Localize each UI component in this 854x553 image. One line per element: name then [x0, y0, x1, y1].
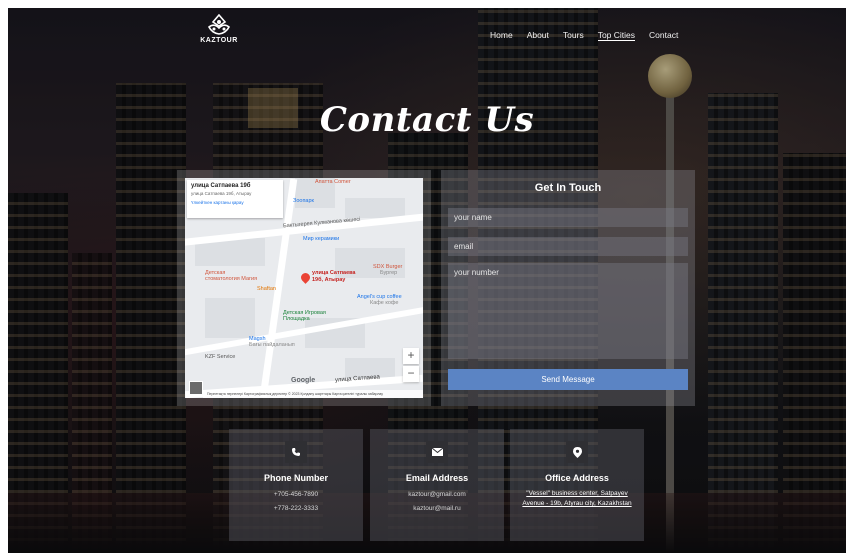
map-place-card[interactable]: улица Сатпаева 19б улица Сатпаева 19б, А…	[187, 180, 283, 218]
map-marker-icon	[566, 441, 588, 463]
nav-top-cities[interactable]: Top Cities	[597, 30, 636, 41]
email-input[interactable]	[448, 237, 688, 256]
page-title: Contact Us	[319, 100, 535, 140]
map-label: Бағы пайдаланып	[249, 342, 295, 348]
email-address-2[interactable]: kaztour@mail.ru	[370, 505, 504, 512]
envelope-icon	[426, 441, 448, 463]
zoom-out-button[interactable]: −	[403, 366, 419, 382]
phone-number-2[interactable]: +778-222-3333	[229, 505, 363, 512]
contact-form: Get In Touch Send Message	[441, 170, 695, 406]
map-label: стоматология Магия	[205, 276, 258, 282]
google-logo: Google	[291, 377, 316, 384]
map-attribution[interactable]: Пернетақта пернелері Картографиялық дере…	[203, 390, 423, 398]
contact-page: KAZTOUR Home About Tours Top Cities Cont…	[8, 8, 846, 553]
map-label: Кафе кофе	[370, 300, 399, 306]
map-label: Мир керамики	[303, 236, 340, 242]
nav-tours[interactable]: Tours	[563, 30, 584, 41]
phone-number-1[interactable]: +705-456-7890	[229, 491, 363, 498]
form-title: Get In Touch	[534, 182, 602, 194]
map-label: Апатта Соmer	[315, 179, 351, 185]
send-message-button[interactable]: Send Message	[448, 369, 688, 390]
map-label: Бургер	[380, 270, 398, 276]
place-title: улица Сатпаева 19б	[191, 183, 251, 189]
office-card: Office Address "Vessel" business center,…	[510, 429, 644, 541]
satellite-toggle[interactable]	[189, 381, 203, 395]
phone-card: Phone Number +705-456-7890 +778-222-3333	[229, 429, 363, 541]
google-map[interactable]: улица Сатпаева 19б улица Сатпаева 19б, А…	[185, 178, 423, 398]
zoom-in-button[interactable]: +	[403, 348, 419, 364]
email-card: Email Address kaztour@gmail.com kaztour@…	[370, 429, 504, 541]
map-label: 19б, Атырау	[312, 277, 346, 283]
nav-about[interactable]: About	[527, 30, 549, 41]
phone-title: Phone Number	[263, 473, 328, 483]
office-address[interactable]: "Vessel" business center, Satpayev Avenu…	[520, 489, 634, 509]
map-label: Shaftan	[257, 286, 276, 292]
nav-home[interactable]: Home	[490, 30, 513, 41]
map-pin-icon[interactable]	[299, 271, 312, 284]
brand-name: KAZTOUR	[200, 37, 238, 44]
phone-icon	[285, 441, 307, 463]
number-input[interactable]	[448, 263, 688, 359]
email-title: Email Address	[405, 473, 469, 483]
kaztour-logo[interactable]: KAZTOUR	[194, 14, 244, 48]
main-navigation: Home About Tours Top Cities Contact	[490, 30, 692, 41]
map-label: улица Сатпаева	[312, 270, 356, 276]
map-label: Зоопарк	[293, 198, 314, 204]
view-larger-map-link[interactable]: Үлкейткен картаны қарау	[191, 200, 279, 205]
map-label: Площадка	[283, 316, 310, 322]
email-address-1[interactable]: kaztour@gmail.com	[370, 491, 504, 498]
map-frame: улица Сатпаева 19б улица Сатпаева 19б, А…	[177, 170, 431, 406]
ornament-logo-icon	[207, 14, 231, 35]
nav-contact[interactable]: Contact	[649, 30, 678, 41]
place-address: улица Сатпаева 19б, Атырау	[191, 191, 252, 196]
office-title: Office Address	[545, 473, 609, 483]
map-label: KZF Service	[205, 354, 236, 360]
name-input[interactable]	[448, 208, 688, 227]
